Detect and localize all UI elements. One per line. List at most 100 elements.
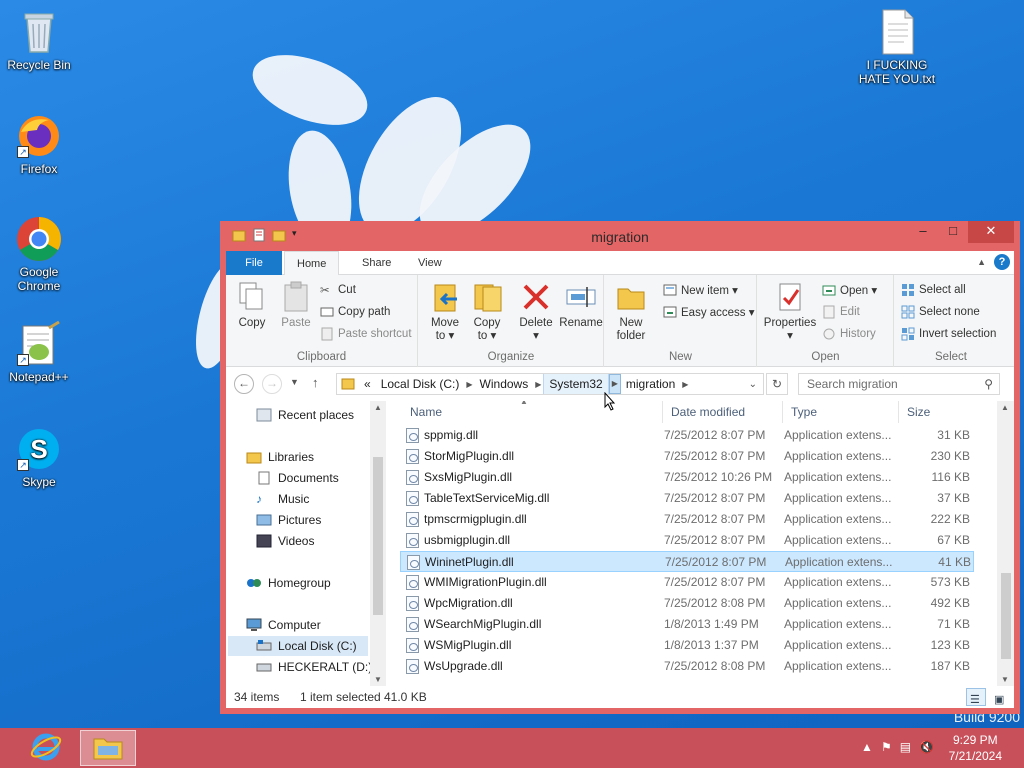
file-date-modified: 7/25/2012 8:07 PM bbox=[665, 555, 767, 569]
nav-computer[interactable]: Computer bbox=[246, 615, 321, 635]
scroll-up-icon[interactable]: ▲ bbox=[374, 403, 382, 412]
history-button[interactable]: History bbox=[822, 327, 876, 341]
desktop-icon-label: Recycle Bin bbox=[7, 58, 71, 72]
edit-button[interactable]: Edit bbox=[822, 305, 860, 319]
column-header-name[interactable]: Name bbox=[410, 401, 660, 423]
system-clock[interactable]: 9:29 PM 7/21/2024 bbox=[949, 732, 1002, 764]
scroll-up-icon[interactable]: ▲ bbox=[1001, 403, 1009, 412]
action-center-flag-icon[interactable]: ⚑ bbox=[881, 740, 892, 754]
chevron-right-icon[interactable]: ▶ bbox=[464, 380, 474, 389]
desktop-icon-text-file[interactable]: I FUCKING HATE YOU.txt bbox=[856, 8, 938, 86]
maximize-button[interactable]: □ bbox=[938, 221, 968, 243]
easy-access-button[interactable]: Easy access ▾ bbox=[663, 305, 755, 319]
select-none-button[interactable]: Select none bbox=[901, 305, 980, 319]
table-row[interactable]: WSMigPlugin.dll 1/8/2013 1:37 PM Applicati… bbox=[400, 635, 974, 656]
table-row[interactable]: WsUpgrade.dll 7/25/2012 8:08 PM Applicatio… bbox=[400, 656, 974, 677]
table-row[interactable]: tpmscrmigplugin.dll 7/25/2012 8:07 PM Appl… bbox=[400, 509, 974, 530]
select-all-button[interactable]: Select all bbox=[901, 283, 966, 297]
table-row[interactable]: sppmig.dll 7/25/2012 8:07 PM Application e… bbox=[400, 425, 974, 446]
back-button[interactable]: ← bbox=[234, 374, 254, 394]
scroll-thumb[interactable] bbox=[1001, 573, 1011, 659]
file-scrollbar[interactable]: ▲ ▼ bbox=[997, 401, 1014, 686]
copy-path-button[interactable]: Copy path bbox=[320, 305, 390, 319]
nav-videos[interactable]: Videos bbox=[256, 531, 314, 551]
paste-button[interactable]: Paste bbox=[276, 281, 316, 330]
nav-pictures[interactable]: Pictures bbox=[256, 510, 321, 530]
table-row[interactable]: TableTextServiceMig.dll 7/25/2012 8:07 PM… bbox=[400, 488, 974, 509]
desktop-icon-recycle-bin[interactable]: Recycle Bin bbox=[3, 8, 75, 72]
column-header-date[interactable]: Date modified bbox=[662, 401, 780, 423]
copy-button[interactable]: Copy bbox=[234, 281, 270, 330]
breadcrumb-migration[interactable]: migration bbox=[621, 374, 680, 394]
table-row[interactable]: WpcMigration.dll 7/25/2012 8:08 PM Applica… bbox=[400, 593, 974, 614]
desktop-icon-chrome[interactable]: Google Chrome bbox=[3, 215, 75, 293]
recent-locations-button[interactable]: ▼ bbox=[290, 377, 299, 387]
chevron-right-icon[interactable]: ▶ bbox=[533, 380, 543, 389]
new-folder-button[interactable]: New folder bbox=[611, 281, 651, 343]
volume-muted-icon[interactable]: 🔇 bbox=[919, 740, 934, 754]
search-input[interactable]: Search migration ⚲ bbox=[798, 373, 1000, 395]
network-icon[interactable]: ▤ bbox=[900, 740, 911, 754]
details-view-button[interactable]: ☰ bbox=[966, 688, 986, 706]
breadcrumb-windows[interactable]: Windows bbox=[475, 374, 534, 394]
close-button[interactable]: ✕ bbox=[968, 221, 1014, 243]
desktop-icon-firefox[interactable]: ↗ Firefox bbox=[3, 112, 75, 176]
column-header-type[interactable]: Type bbox=[782, 401, 898, 423]
group-label: Clipboard bbox=[296, 351, 347, 363]
table-row[interactable]: WininetPlugin.dll 7/25/2012 8:07 PM Applic… bbox=[400, 551, 974, 572]
delete-button[interactable]: Delete ▾ bbox=[515, 281, 557, 343]
invert-selection-button[interactable]: Invert selection bbox=[901, 327, 996, 341]
collapse-ribbon-icon[interactable]: ▲ bbox=[977, 257, 986, 267]
chevron-right-icon[interactable]: ▶ bbox=[680, 380, 690, 389]
copy-to-button[interactable]: Copy to ▾ bbox=[467, 281, 507, 343]
large-icons-view-button[interactable]: ▣ bbox=[990, 688, 1010, 706]
nav-libraries[interactable]: Libraries bbox=[246, 447, 314, 467]
scroll-down-icon[interactable]: ▼ bbox=[374, 675, 382, 684]
tab-share[interactable]: Share bbox=[350, 251, 403, 275]
new-item-icon bbox=[663, 283, 677, 297]
open-button[interactable]: Open ▾ bbox=[822, 283, 877, 297]
column-header-size[interactable]: Size bbox=[898, 401, 974, 423]
up-button[interactable]: ↑ bbox=[312, 375, 319, 390]
tab-home[interactable]: Home bbox=[284, 251, 340, 276]
chevron-right-icon[interactable]: ▶ bbox=[608, 374, 621, 394]
table-row[interactable]: usbmigplugin.dll 7/25/2012 8:07 PM Applica… bbox=[400, 530, 974, 551]
refresh-button[interactable]: ↻ bbox=[766, 373, 788, 395]
group-organize: Move to ▾ Copy to ▾ Delete ▾ Rename Orga… bbox=[419, 275, 604, 367]
minimize-button[interactable]: – bbox=[908, 221, 938, 243]
nav-recent-places[interactable]: Recent places bbox=[256, 405, 354, 425]
tab-file[interactable]: File bbox=[226, 251, 282, 275]
nav-heckeralt[interactable]: HECKERALT (D:) bbox=[256, 657, 372, 677]
nav-local-disk[interactable]: Local Disk (C:) bbox=[228, 636, 368, 656]
taskbar-internet-explorer[interactable] bbox=[18, 730, 74, 766]
nav-scrollbar[interactable]: ▲ ▼ bbox=[370, 401, 386, 686]
table-row[interactable]: WMIMigrationPlugin.dll 7/25/2012 8:07 PM A… bbox=[400, 572, 974, 593]
table-row[interactable]: SxsMigPlugin.dll 7/25/2012 10:26 PM Applic… bbox=[400, 467, 974, 488]
scroll-down-icon[interactable]: ▼ bbox=[1001, 675, 1009, 684]
breadcrumb-local-disk[interactable]: Local Disk (C:) bbox=[376, 374, 465, 394]
desktop-icon-notepadpp[interactable]: ↗ Notepad++ bbox=[3, 320, 75, 384]
rename-button[interactable]: Rename bbox=[559, 281, 603, 330]
properties-button[interactable]: Properties ▾ bbox=[762, 281, 818, 343]
breadcrumb-system32[interactable]: System32 bbox=[543, 374, 609, 394]
nav-documents[interactable]: Documents bbox=[256, 468, 339, 488]
show-hidden-icons-icon[interactable]: ▲ bbox=[861, 740, 873, 754]
table-row[interactable]: WSearchMigPlugin.dll 1/8/2013 1:49 PM Appl… bbox=[400, 614, 974, 635]
desktop-icon-skype[interactable]: S ↗ Skype bbox=[3, 425, 75, 489]
move-to-button[interactable]: Move to ▾ bbox=[425, 281, 465, 343]
nav-music[interactable]: ♪ Music bbox=[256, 489, 309, 509]
tab-view[interactable]: View bbox=[406, 251, 454, 275]
paste-shortcut-button[interactable]: Paste shortcut bbox=[320, 327, 412, 341]
cut-button[interactable]: ✂ Cut bbox=[320, 283, 356, 297]
taskbar-file-explorer[interactable] bbox=[80, 730, 136, 766]
address-dropdown-icon[interactable]: ⌄ bbox=[749, 379, 763, 390]
scroll-thumb[interactable] bbox=[373, 457, 383, 615]
title-bar[interactable]: ▾ migration – □ ✕ bbox=[226, 221, 1014, 251]
forward-button[interactable]: → bbox=[262, 374, 282, 394]
help-icon[interactable]: ? bbox=[994, 254, 1010, 270]
new-item-button[interactable]: New item ▾ bbox=[663, 283, 738, 297]
breadcrumb-overflow[interactable]: « bbox=[359, 374, 376, 394]
table-row[interactable]: StorMigPlugin.dll 7/25/2012 8:07 PM Applic… bbox=[400, 446, 974, 467]
nav-homegroup[interactable]: Homegroup bbox=[246, 573, 331, 593]
address-bar[interactable]: « Local Disk (C:) ▶ Windows ▶ System32 ▶… bbox=[336, 373, 764, 395]
